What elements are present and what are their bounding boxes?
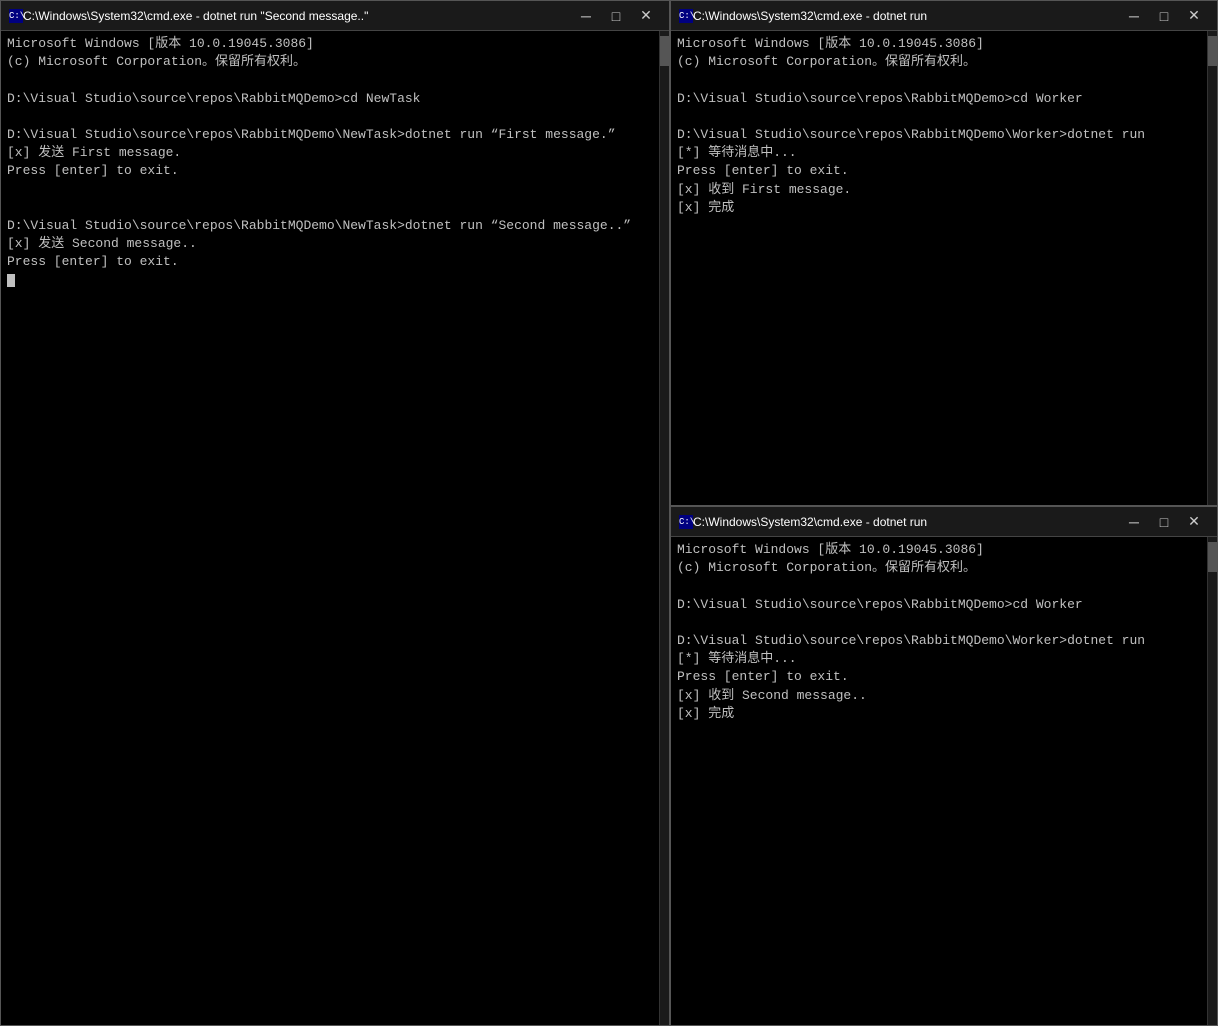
titlebar-buttons-right-top: ─ □ ✕ <box>1119 1 1209 31</box>
cmd-icon-left: C:\ <box>9 9 23 23</box>
scrollbar-left[interactable] <box>659 31 669 1025</box>
close-button-right-bottom[interactable]: ✕ <box>1179 507 1209 537</box>
maximize-button-right-bottom[interactable]: □ <box>1149 507 1179 537</box>
scrollbar-thumb-right-top[interactable] <box>1208 36 1217 66</box>
titlebar-right-top: C:\ C:\Windows\System32\cmd.exe - dotnet… <box>671 1 1217 31</box>
terminal-content-right-top: Microsoft Windows [版本 10.0.19045.3086] (… <box>671 31 1207 505</box>
maximize-button-left[interactable]: □ <box>601 1 631 31</box>
cmd-icon-right-bottom: C:\ <box>679 515 693 529</box>
cmd-window-left[interactable]: C:\ C:\Windows\System32\cmd.exe - dotnet… <box>0 0 670 1026</box>
scrollbar-right-bottom[interactable] <box>1207 537 1217 1025</box>
scrollbar-right-top[interactable] <box>1207 31 1217 505</box>
cmd-window-right-bottom[interactable]: C:\ C:\Windows\System32\cmd.exe - dotnet… <box>670 506 1218 1026</box>
titlebar-title-right-top: C:\Windows\System32\cmd.exe - dotnet run <box>693 9 1111 23</box>
minimize-button-left[interactable]: ─ <box>571 1 601 31</box>
maximize-button-right-top[interactable]: □ <box>1149 1 1179 31</box>
terminal-content-left: Microsoft Windows [版本 10.0.19045.3086] (… <box>1 31 659 1025</box>
minimize-button-right-top[interactable]: ─ <box>1119 1 1149 31</box>
titlebar-left: C:\ C:\Windows\System32\cmd.exe - dotnet… <box>1 1 669 31</box>
right-side: C:\ C:\Windows\System32\cmd.exe - dotnet… <box>670 0 1218 1026</box>
titlebar-title-left: C:\Windows\System32\cmd.exe - dotnet run… <box>23 9 563 23</box>
titlebar-buttons-left: ─ □ ✕ <box>571 1 661 31</box>
cmd-window-right-top[interactable]: C:\ C:\Windows\System32\cmd.exe - dotnet… <box>670 0 1218 506</box>
terminal-content-right-bottom: Microsoft Windows [版本 10.0.19045.3086] (… <box>671 537 1207 1025</box>
titlebar-title-right-bottom: C:\Windows\System32\cmd.exe - dotnet run <box>693 515 1111 529</box>
scrollbar-thumb-left[interactable] <box>660 36 669 66</box>
minimize-button-right-bottom[interactable]: ─ <box>1119 507 1149 537</box>
close-button-left[interactable]: ✕ <box>631 1 661 31</box>
close-button-right-top[interactable]: ✕ <box>1179 1 1209 31</box>
titlebar-buttons-right-bottom: ─ □ ✕ <box>1119 507 1209 537</box>
scrollbar-thumb-right-bottom[interactable] <box>1208 542 1217 572</box>
titlebar-right-bottom: C:\ C:\Windows\System32\cmd.exe - dotnet… <box>671 507 1217 537</box>
cmd-icon-right-top: C:\ <box>679 9 693 23</box>
